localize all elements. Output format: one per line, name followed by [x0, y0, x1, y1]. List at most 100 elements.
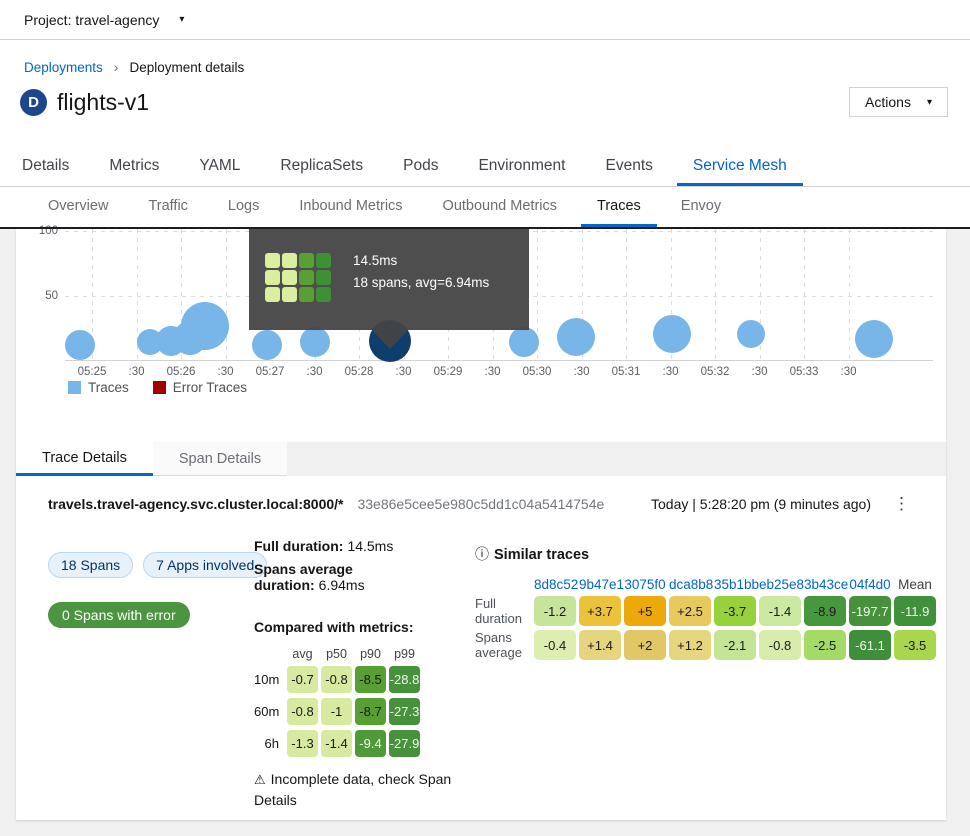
trace-bubble[interactable] — [737, 320, 765, 348]
x-axis-tick-label: 05:29 — [434, 366, 463, 378]
metrics-heat-cell: -1.4 — [321, 730, 352, 757]
x-axis-tick-label: :30 — [129, 366, 145, 378]
tooltip-heat-cell — [282, 253, 297, 268]
similar-trace-link-3b43ce[interactable]: 3b43ce — [804, 577, 846, 592]
metrics-heat-cell: -28.8 — [389, 666, 420, 693]
subtab-traffic[interactable]: Traffic — [132, 187, 203, 227]
tab-metrics[interactable]: Metrics — [93, 148, 175, 186]
mean-column-header: Mean — [894, 577, 936, 592]
similar-row-label: Spans average — [475, 630, 531, 660]
gridline-vertical — [226, 229, 227, 360]
breadcrumb: Deployments › Deployment details — [24, 59, 244, 75]
metrics-column-header: p99 — [389, 647, 420, 661]
similar-heat-cell: +2.5 — [669, 596, 711, 626]
similar-heat-cell: +3.7 — [579, 596, 621, 626]
subtab-traces[interactable]: Traces — [581, 187, 657, 227]
details-tab-span-details[interactable]: Span Details — [153, 442, 287, 476]
similar-trace-link-eb25e8[interactable]: eb25e8 — [759, 577, 801, 592]
tab-environment[interactable]: Environment — [462, 148, 581, 186]
similar-traces-table: 8d8c529b47e13075f0dca8b835b1bbeb25e83b43… — [475, 577, 936, 660]
x-axis-tick-label: :30 — [307, 366, 323, 378]
trace-bubble[interactable] — [653, 315, 691, 353]
sub-tab-bar: OverviewTrafficLogsInbound MetricsOutbou… — [0, 187, 970, 227]
spans-error-badge: 0 Spans with error — [48, 602, 190, 628]
trace-bubble[interactable] — [509, 327, 539, 357]
similar-trace-link-dca8b8[interactable]: dca8b8 — [669, 577, 711, 592]
subtab-logs[interactable]: Logs — [212, 187, 275, 227]
traces-chart-card: 05:25:3005:26:3005:27:3005:28:3005:29:30… — [16, 229, 946, 442]
legend-error-traces[interactable]: Error Traces — [153, 380, 247, 395]
trace-details-columns: 18 Spans 7 Apps involved 0 Spans with er… — [16, 512, 946, 811]
metrics-comparison-table: avgp50p90p9910m-0.7-0.8-8.5-28.860m-0.8-… — [254, 647, 463, 757]
subtab-outbound-metrics[interactable]: Outbound Metrics — [427, 187, 573, 227]
project-selector[interactable]: Project: travel-agency ▾ — [24, 12, 184, 28]
x-axis-tick-label: :30 — [663, 366, 679, 378]
similar-trace-link-35b1bb[interactable]: 35b1bb — [714, 577, 756, 592]
tab-yaml[interactable]: YAML — [183, 148, 256, 186]
similar-heat-cell: -61.1 — [849, 630, 891, 660]
x-axis-tick-label: 05:26 — [167, 366, 196, 378]
similar-heat-cell: -0.4 — [534, 630, 576, 660]
info-icon: ⓘ — [475, 546, 489, 562]
legend-traces[interactable]: Traces — [68, 380, 129, 395]
trace-bubble[interactable] — [300, 327, 330, 357]
chart-legend: Traces Error Traces — [68, 380, 247, 395]
x-axis-tick-label: 05:33 — [790, 366, 819, 378]
similar-heat-cell: -1.2 — [534, 596, 576, 626]
breadcrumb-link-deployments[interactable]: Deployments — [24, 60, 103, 75]
x-axis-tick-label: :30 — [841, 366, 857, 378]
details-tab-trace-details[interactable]: Trace Details — [16, 442, 153, 476]
metrics-heat-cell: -1.3 — [287, 730, 318, 757]
tooltip-heat-cell — [265, 253, 280, 268]
masthead: Project: travel-agency ▾ — [0, 0, 970, 40]
trace-bubble[interactable] — [181, 302, 229, 350]
similar-heat-cell: -3.5 — [894, 630, 936, 660]
similar-heat-cell: -1.4 — [759, 596, 801, 626]
similar-heat-cell: -0.8 — [759, 630, 801, 660]
tooltip-summary: 18 spans, avg=6.94ms — [353, 272, 489, 294]
similar-trace-link-8d8c52[interactable]: 8d8c52 — [534, 577, 576, 592]
trace-timestamp: Today | 5:28:20 pm (9 minutes ago) — [651, 496, 871, 512]
x-axis-tick-label: 05:28 — [345, 366, 374, 378]
apps-involved-badge: 7 Apps involved — [143, 552, 267, 578]
similar-heat-cell: -8.9 — [804, 596, 846, 626]
similar-trace-link-9b47e1[interactable]: 9b47e1 — [579, 577, 621, 592]
trace-bubble[interactable] — [65, 330, 95, 360]
tab-pods[interactable]: Pods — [387, 148, 454, 186]
similar-trace-link-3075f0[interactable]: 3075f0 — [624, 577, 666, 592]
metrics-heat-cell: -8.5 — [355, 666, 386, 693]
similar-traces-title-text: Similar traces — [494, 547, 589, 563]
subtab-inbound-metrics[interactable]: Inbound Metrics — [283, 187, 418, 227]
x-axis-tick-label: 05:30 — [523, 366, 552, 378]
metrics-column-header: avg — [287, 647, 318, 661]
trace-bubble[interactable] — [855, 320, 893, 358]
trace-bubble[interactable] — [557, 318, 595, 356]
spans-count-badge: 18 Spans — [48, 552, 133, 578]
subtab-overview[interactable]: Overview — [32, 187, 124, 227]
tab-service-mesh[interactable]: Service Mesh — [677, 148, 803, 186]
tooltip-heat-cell — [265, 287, 280, 302]
similar-trace-link-04f4d0[interactable]: 04f4d0 — [849, 577, 891, 592]
tab-events[interactable]: Events — [589, 148, 668, 186]
metrics-row-label: 6h — [254, 736, 284, 751]
breadcrumb-current: Deployment details — [129, 60, 244, 75]
legend-swatch — [68, 381, 81, 394]
tooltip-heat-cell — [316, 287, 331, 302]
y-axis-tick-label: 50 — [34, 290, 58, 302]
metrics-column-header: p50 — [321, 647, 352, 661]
similar-heat-cell: -11.9 — [894, 596, 936, 626]
tab-replicasets[interactable]: ReplicaSets — [264, 148, 379, 186]
kebab-menu-icon[interactable]: ⋮ — [893, 497, 910, 511]
legend-label: Traces — [88, 380, 129, 395]
similar-heat-cell: -2.5 — [804, 630, 846, 660]
warning-icon: ⚠ — [254, 772, 266, 787]
tooltip-heat-cell — [316, 253, 331, 268]
subtab-envoy[interactable]: Envoy — [665, 187, 737, 227]
similar-heat-cell: +1.2 — [669, 630, 711, 660]
tooltip-duration: 14.5ms — [353, 250, 489, 272]
tooltip-heatmap — [265, 253, 331, 302]
tab-details[interactable]: Details — [6, 148, 85, 186]
similar-heat-cell: +5 — [624, 596, 666, 626]
trace-bubble[interactable] — [252, 330, 282, 360]
actions-button[interactable]: Actions ▾ — [849, 87, 948, 117]
